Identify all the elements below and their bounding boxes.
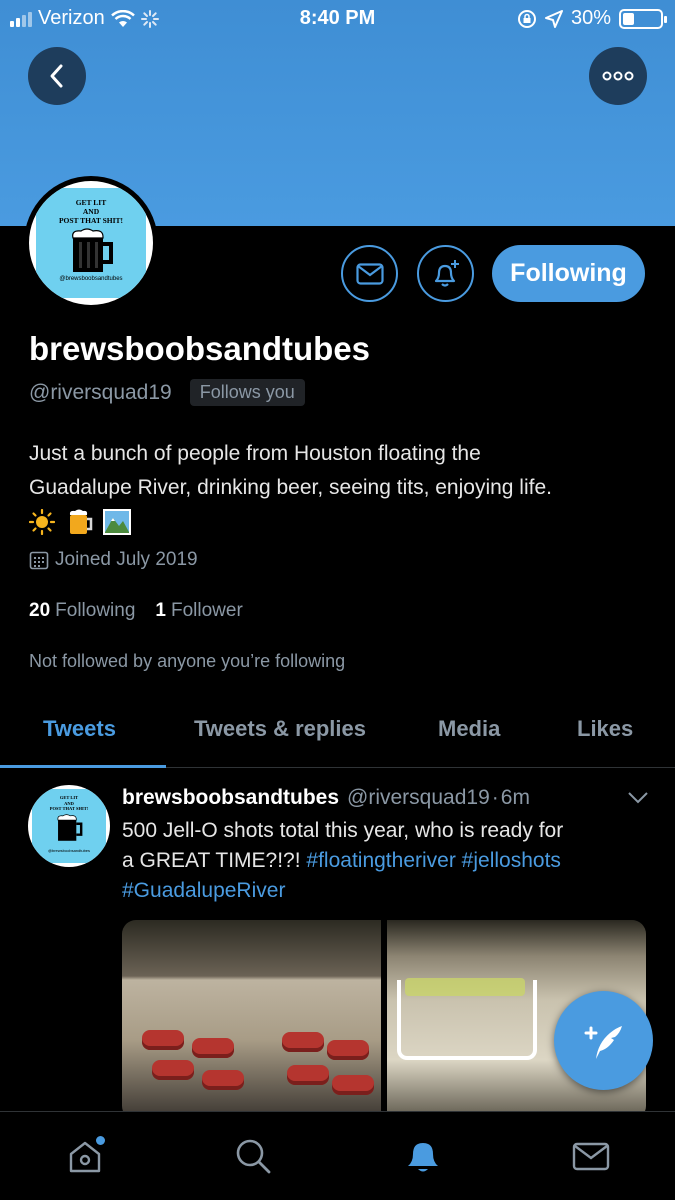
nav-search[interactable] [231,1134,275,1178]
followers-count-label: Follower [170,600,243,621]
profile-handle: @riversquad19 [29,380,172,404]
bio-emojis [29,505,649,539]
profile-avatar[interactable]: GET LIT AND POST THAT SHIT! @brewsboobsa… [24,176,158,310]
status-bar: Verizon 8:40 PM 30% [0,0,675,38]
tweet-logo-handle: @brewsboobsandtubes [47,847,91,853]
tab-tweets[interactable]: Tweets [43,716,116,742]
beer-mug-icon [72,228,113,273]
profile-display-name: brewsboobsandtubes [29,330,371,367]
bell-plus-icon [434,259,459,287]
chevron-down-icon[interactable] [627,791,649,805]
tweet-time: 6m [500,786,530,809]
tweet-text-line-1: 500 Jell-O shots total this year, who is… [122,819,564,842]
tweet-logo-text: GET LIT AND POST THAT SHIT! [49,795,89,812]
followers-count: 1 [155,600,166,621]
nav-notifications[interactable] [401,1134,445,1178]
avatar-logo: GET LIT AND POST THAT SHIT! @brewsboobsa… [36,188,146,298]
tweet-text-line-2: a GREAT TIME?!?! #floatingtheriver #jell… [122,846,652,876]
tab-tweets-replies[interactable]: Tweets & replies [194,716,366,742]
bio-line-1: Just a bunch of people from Houston floa… [29,442,481,465]
mail-icon [355,262,384,285]
following-count-link[interactable]: 20 Following [29,600,135,622]
media-image-fridge-shelf[interactable] [122,920,381,1120]
calendar-icon [29,551,49,570]
compose-feather-icon [584,1025,622,1059]
jello-cups [405,978,525,996]
beer-emoji [69,509,93,534]
tweet-text: 500 Jell-O shots total this year, who is… [122,816,652,906]
chevron-left-icon [50,64,63,88]
battery-percent: 30% [570,7,611,29]
back-button[interactable] [28,47,86,105]
home-badge-dot [96,1136,105,1145]
nav-home[interactable] [63,1134,107,1178]
tweet-author-name[interactable]: brewsboobsandtubes [122,786,339,810]
bottom-tab-bar [0,1111,675,1200]
rotation-lock-icon [517,9,536,28]
more-dots-icon [602,71,634,81]
tweet-header: brewsboobsandtubes @riversquad19 · 6m [122,786,530,810]
tab-media[interactable]: Media [438,716,500,742]
bell-icon [408,1143,438,1172]
following-button[interactable]: Following [492,245,645,302]
tweet-avatar-logo: GET LIT AND POST THAT SHIT! @brewsboobsa… [32,789,106,863]
mountain-emoji [103,509,131,535]
avatar-image: GET LIT AND POST THAT SHIT! @brewsboobsa… [29,181,153,305]
tweet-avatar[interactable]: GET LIT AND POST THAT SHIT! @brewsboobsa… [28,785,110,867]
tab-likes[interactable]: Likes [577,716,633,742]
handle-row: @riversquad19 Follows you [29,379,305,406]
hashtag-floatingtheriver[interactable]: #floatingtheriver [306,849,455,872]
active-tab-indicator [0,765,166,768]
hashtag-guadaluperiver[interactable]: #GuadalupeRiver [122,879,285,902]
compose-tweet-button[interactable] [554,991,653,1090]
profile-bio: Just a bunch of people from Houston floa… [29,437,649,539]
tweet-text-plain: a GREAT TIME?!?! [122,849,301,872]
tweet-author-handle: @riversquad19 [347,786,490,809]
notifications-button[interactable] [417,245,474,302]
location-icon [544,9,563,28]
nav-messages[interactable] [569,1134,613,1178]
followers-count-link[interactable]: 1 Follower [155,600,242,622]
joined-label: Joined July 2019 [55,549,198,570]
mail-icon [572,1142,610,1171]
following-count-label: Following [55,600,136,621]
logo-text: GET LIT AND POST THAT SHIT! [58,198,124,226]
follows-you-badge: Follows you [189,379,305,406]
logo-handle: @brewsboobsandtubes [59,275,123,282]
following-count: 20 [29,600,51,621]
not-followed-note: Not followed by anyone you’re following [29,651,346,671]
joined-date: Joined July 2019 [29,549,198,571]
profile-tabs: Tweets Tweets & replies Media Likes [0,706,675,768]
hashtag-jelloshots[interactable]: #jelloshots [462,849,561,872]
battery-icon [619,8,667,29]
tweet-separator: · [491,786,499,809]
status-right-group: 30% [517,7,667,30]
search-icon [236,1139,271,1174]
follow-counts: 20 Following 1 Follower [29,600,243,622]
message-button[interactable] [341,245,398,302]
tweet-text-line-3: #GuadalupeRiver [122,876,652,906]
sun-emoji [29,509,55,535]
more-options-button[interactable] [589,47,647,105]
bio-line-2: Guadalupe River, drinking beer, seeing t… [29,476,552,499]
beer-mug-icon [57,813,83,841]
